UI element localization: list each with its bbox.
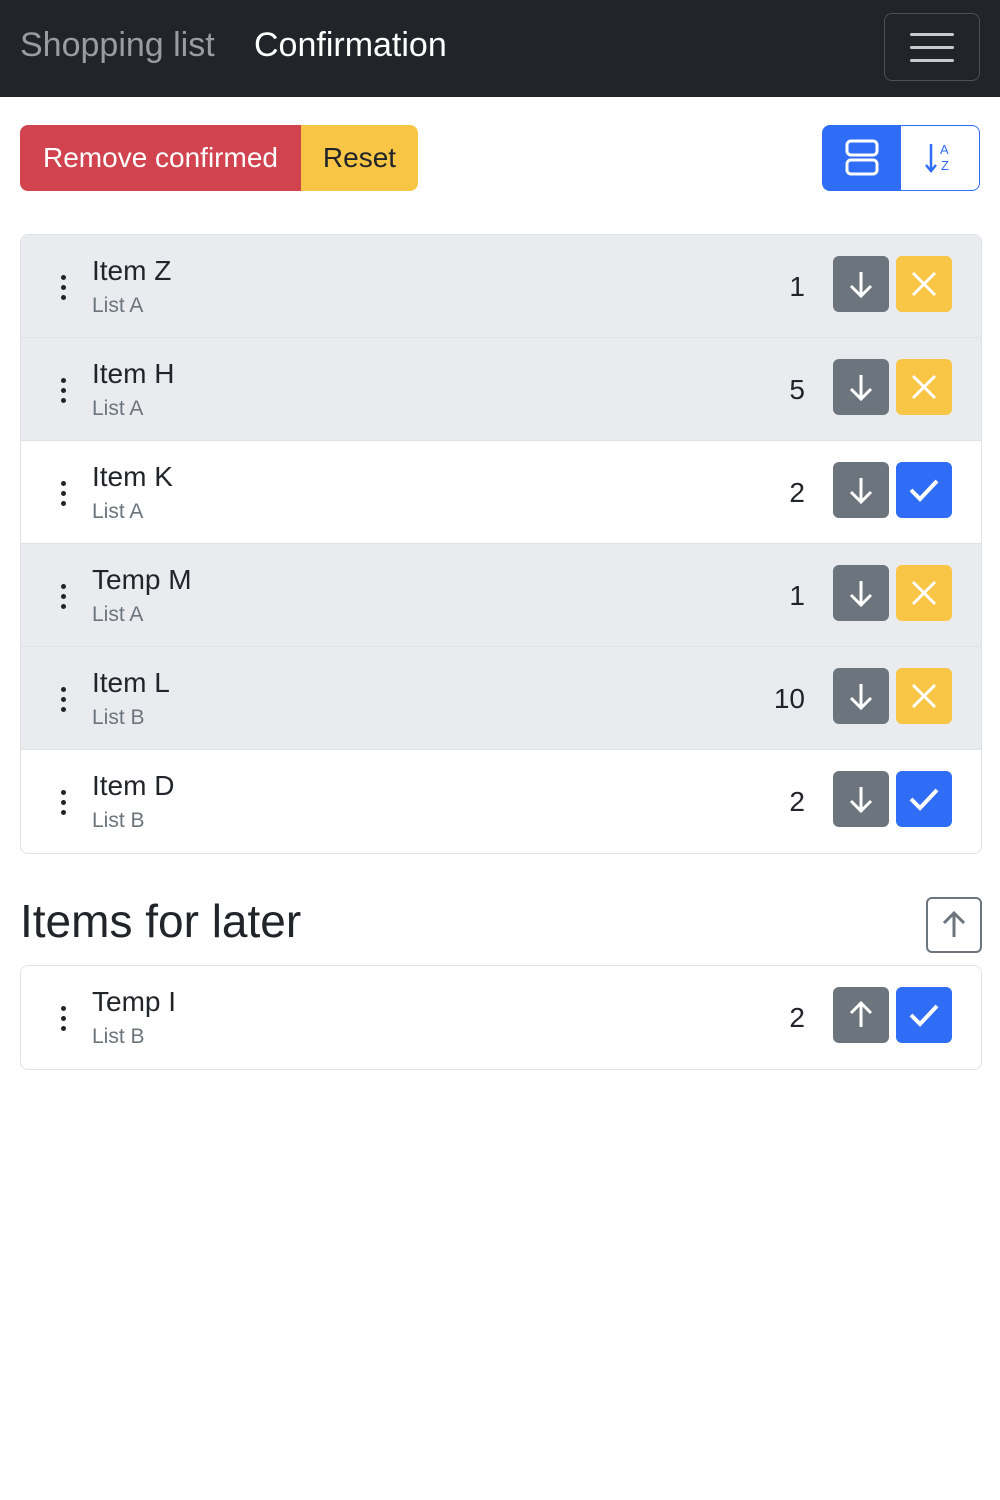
drag-handle-icon[interactable] [61,275,67,300]
item-quantity: 2 [789,786,805,817]
menu-toggle-button[interactable] [884,13,980,81]
svg-text:A: A [940,142,949,157]
arrow-down-icon [849,787,873,814]
action-button-group: Remove confirmed Reset [20,125,418,191]
remove-confirmed-button[interactable]: Remove confirmed [20,125,301,191]
item-quantity: 10 [773,683,805,714]
confirm-button[interactable] [896,462,952,518]
item-quantity: 2 [789,1002,805,1033]
confirm-button[interactable] [896,771,952,827]
close-icon [911,271,937,297]
item-quantity: 2 [789,477,805,508]
confirm-button[interactable] [896,987,952,1043]
drag-handle-icon[interactable] [61,687,67,712]
drag-handle-icon[interactable] [61,481,67,506]
move-all-up-button[interactable] [926,897,982,953]
item-list-name: List A [92,397,144,420]
move-to-later-button[interactable] [833,462,889,518]
close-icon [911,374,937,400]
arrow-down-icon [849,375,873,402]
item-name: Item L [92,667,170,698]
list-item: Item D List B 2 [21,750,981,853]
drag-handle-icon[interactable] [61,378,67,403]
move-to-later-button[interactable] [833,771,889,827]
arrow-down-icon [849,478,873,505]
top-navbar: Shopping list Confirmation [0,0,1000,97]
check-icon [909,788,939,811]
reset-button[interactable]: Reset [301,125,418,191]
item-list-name: List B [92,1025,145,1048]
list-item: Item K List A 2 [21,441,981,544]
close-icon [911,683,937,709]
item-name: Item H [92,358,175,389]
item-name: Temp M [92,564,192,595]
unconfirm-button[interactable] [896,668,952,724]
item-name: Item D [92,770,175,801]
drag-handle-icon[interactable] [61,584,67,609]
toolbar: Remove confirmed Reset A Z [20,125,980,191]
list-item: Item L List B 10 [21,647,981,750]
item-list-name: List A [92,500,144,523]
item-name: Item Z [92,255,172,286]
move-to-later-button[interactable] [833,359,889,415]
close-icon [911,580,937,606]
move-back-button[interactable] [833,987,889,1043]
arrow-up-icon [849,1000,873,1027]
rows-icon [845,139,878,176]
confirmation-list: Item Z List A 1 Item H List A 5 Item K L… [20,234,982,854]
sort-alpha-button[interactable]: A Z [901,125,980,191]
navbar-active-page[interactable]: Confirmation [254,26,447,65]
check-icon [909,1004,939,1027]
list-item: Item H List A 5 [21,338,981,441]
item-list-name: List A [92,294,144,317]
drag-handle-icon[interactable] [61,790,67,815]
list-item: Item Z List A 1 [21,235,981,338]
list-item: Temp M List A 1 [21,544,981,647]
unconfirm-button[interactable] [896,256,952,312]
move-to-later-button[interactable] [833,668,889,724]
item-name: Item K [92,461,173,492]
item-list-name: List B [92,706,145,729]
group-view-button[interactable] [822,125,901,191]
item-quantity: 1 [789,271,805,302]
view-toggle-group: A Z [822,125,980,191]
svg-text:Z: Z [941,158,949,173]
check-icon [909,479,939,502]
arrow-down-icon [849,684,873,711]
item-name: Temp I [92,986,177,1017]
item-quantity: 5 [789,374,805,405]
unconfirm-button[interactable] [896,359,952,415]
arrow-down-icon [849,272,873,299]
move-to-later-button[interactable] [833,256,889,312]
drag-handle-icon[interactable] [61,1006,67,1031]
move-to-later-button[interactable] [833,565,889,621]
later-section-title: Items for later [20,895,302,947]
item-list-name: List B [92,809,145,832]
arrow-up-icon [942,910,966,937]
unconfirm-button[interactable] [896,565,952,621]
item-list-name: List A [92,603,144,626]
arrow-down-icon [849,581,873,608]
later-list: Temp I List B 2 [20,965,982,1070]
sort-alpha-down-icon: A Z [925,142,949,173]
item-quantity: 1 [789,580,805,611]
hamburger-icon [910,32,954,36]
list-item: Temp I List B 2 [21,966,981,1069]
navbar-brand[interactable]: Shopping list [20,26,215,65]
